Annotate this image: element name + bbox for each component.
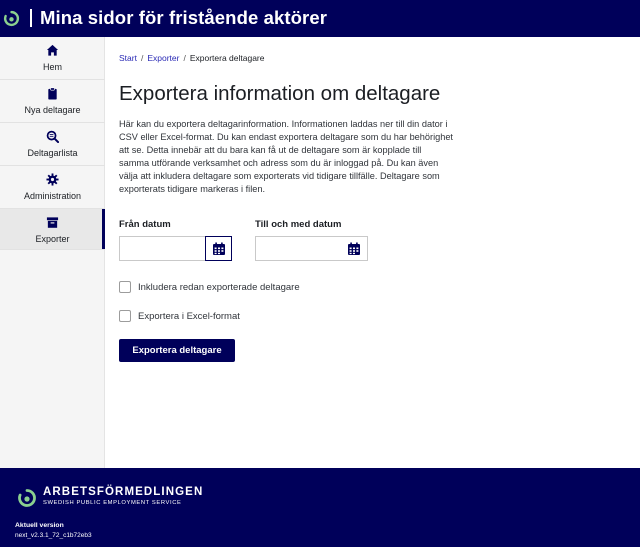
- top-bar: Mina sidor för fristående aktörer: [0, 0, 640, 37]
- from-date-field: [119, 236, 232, 261]
- breadcrumb: Start / Exporter / Exportera deltagare: [119, 53, 265, 63]
- version-label: Aktuell version: [15, 522, 64, 529]
- to-date-field: [255, 236, 368, 261]
- include-exported-option[interactable]: Inkludera redan exporterade deltagare: [119, 281, 300, 293]
- sidebar-item-label: Nya deltagare: [24, 105, 81, 115]
- calendar-icon: [348, 242, 360, 255]
- excel-format-checkbox[interactable]: [119, 310, 131, 322]
- sidebar-item-label: Deltagarlista: [27, 148, 78, 158]
- sidebar: Hem Nya deltagare Deltagarlista Administ…: [0, 37, 105, 468]
- af-logo-icon[interactable]: [3, 10, 20, 27]
- version-value: next_v2.3.1_72_c1b72eb3: [15, 532, 92, 539]
- breadcrumb-separator: /: [140, 53, 144, 63]
- to-date-input[interactable]: [256, 237, 342, 260]
- breadcrumb-separator: /: [183, 53, 186, 63]
- from-date-calendar-button[interactable]: [205, 236, 232, 261]
- breadcrumb-link-exporter[interactable]: Exporter: [147, 53, 179, 63]
- from-date-input[interactable]: [120, 237, 206, 260]
- calendar-icon: [212, 242, 225, 255]
- header-divider: [30, 9, 32, 27]
- footer-brand-subtitle: SWEDISH PUBLIC EMPLOYMENT SERVICE: [43, 500, 182, 506]
- archive-box-icon: [46, 217, 59, 228]
- excel-format-option[interactable]: Exportera i Excel-format: [119, 310, 240, 322]
- gear-icon: [46, 173, 59, 186]
- include-exported-label: Inkludera redan exporterade deltagare: [138, 281, 300, 293]
- include-exported-checkbox[interactable]: [119, 281, 131, 293]
- sidebar-item-deltagarlista[interactable]: Deltagarlista: [0, 123, 105, 166]
- af-logo-icon: [18, 489, 36, 507]
- footer-brand-name: ARBETSFÖRMEDLINGEN: [43, 486, 204, 498]
- clipboard-icon: [48, 87, 57, 100]
- sidebar-item-label: Hem: [42, 62, 62, 72]
- page-title: Exportera information om deltagare: [119, 82, 441, 105]
- excel-format-label: Exportera i Excel-format: [138, 310, 240, 322]
- search-list-icon: [46, 130, 59, 143]
- breadcrumb-current: Exportera deltagare: [189, 53, 265, 63]
- sidebar-item-label: Administration: [23, 191, 82, 201]
- sidebar-item-nya-deltagare[interactable]: Nya deltagare: [0, 80, 105, 123]
- sidebar-item-hem[interactable]: Hem: [0, 37, 105, 80]
- home-icon: [46, 44, 59, 56]
- export-button[interactable]: Exportera deltagare: [119, 339, 235, 362]
- main-content: Start / Exporter / Exportera deltagare Expor…: [105, 37, 640, 468]
- from-date-label: Från datum: [119, 219, 171, 230]
- to-date-calendar-button[interactable]: [341, 237, 367, 260]
- app-title: Mina sidor för fristående aktörer: [40, 7, 328, 28]
- sidebar-item-administration[interactable]: Administration: [0, 166, 105, 209]
- sidebar-item-exporter[interactable]: Exporter: [0, 209, 105, 250]
- breadcrumb-link-start[interactable]: Start: [119, 53, 137, 63]
- sidebar-item-label: Exporter: [35, 234, 70, 244]
- intro-text: Här kan du exportera deltagarinformation…: [119, 119, 453, 194]
- to-date-label: Till och med datum: [255, 219, 342, 230]
- footer: ARBETSFÖRMEDLINGEN SWEDISH PUBLIC EMPLOY…: [0, 468, 640, 547]
